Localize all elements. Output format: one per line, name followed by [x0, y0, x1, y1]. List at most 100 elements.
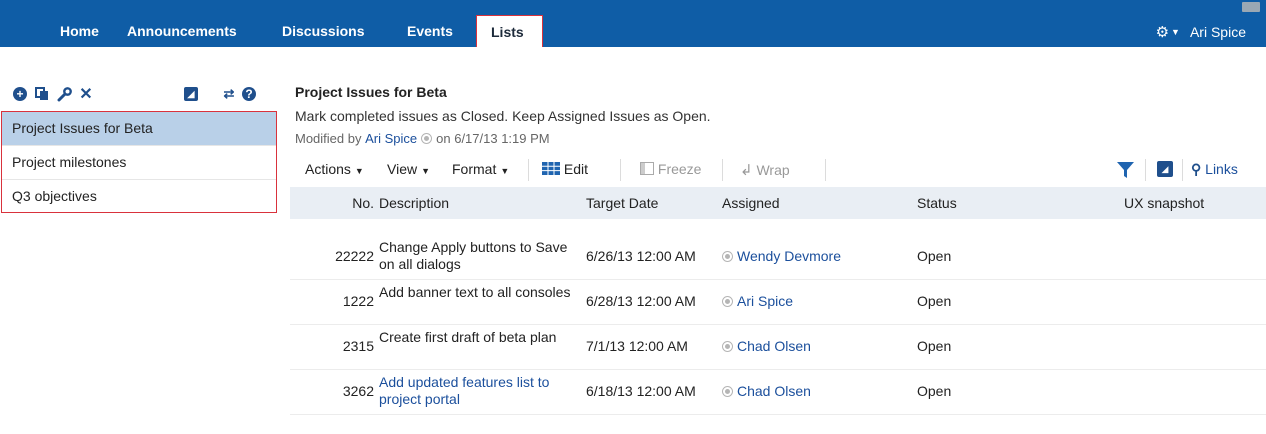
cell-description-link[interactable]: Add updated features list to project por… — [379, 374, 584, 408]
view-label: View — [387, 161, 418, 177]
modified-by-link[interactable]: Ari Spice — [365, 131, 417, 146]
freeze-button[interactable]: Freeze — [640, 161, 701, 177]
lists-toolbar: + ✕ ◢ ⇄ ? — [12, 86, 274, 104]
assigned-user-link[interactable]: Ari Spice — [737, 293, 793, 309]
toolbar-divider — [1182, 159, 1183, 181]
modified-info: Modified by Ari Spice on 6/17/13 1:19 PM — [295, 131, 550, 146]
column-header-status[interactable]: Status — [917, 187, 957, 219]
cell-description[interactable]: Create first draft of beta plan — [379, 329, 584, 346]
list-item[interactable]: Q3 objectives — [2, 180, 276, 213]
filter-button[interactable] — [1117, 162, 1134, 181]
assigned-user-link[interactable]: Chad Olsen — [737, 383, 811, 399]
edit-label: Edit — [563, 161, 589, 177]
column-header-description[interactable]: Description — [379, 187, 449, 219]
toolbar-divider — [528, 159, 529, 181]
list-item[interactable]: Project milestones — [2, 146, 276, 180]
copy-icon[interactable] — [34, 86, 50, 102]
table-row[interactable]: 1222 Add banner text to all consoles 6/2… — [290, 280, 1266, 325]
nav-discussions[interactable]: Discussions — [282, 0, 364, 47]
rss-icon: ◢ — [1157, 161, 1173, 177]
refresh-icon[interactable]: ⇄ — [221, 86, 237, 102]
help-icon[interactable]: ? — [241, 86, 257, 102]
toolbar-divider — [1145, 159, 1146, 181]
chevron-down-icon: ▼ — [354, 166, 364, 176]
nav-home[interactable]: Home — [60, 0, 99, 47]
links-button[interactable]: ⚲ Links — [1191, 161, 1238, 178]
column-header-assigned[interactable]: Assigned — [722, 187, 780, 219]
table-row[interactable]: 3262 Add updated features list to projec… — [290, 370, 1266, 415]
presence-icon — [722, 385, 733, 397]
cell-assigned: Chad Olsen — [722, 338, 811, 354]
assigned-user-link[interactable]: Chad Olsen — [737, 338, 811, 354]
list-item[interactable]: Project Issues for Beta — [2, 112, 276, 146]
chevron-down-icon: ▼ — [421, 166, 431, 176]
column-header-no[interactable]: No. — [290, 187, 374, 219]
cell-assigned: Chad Olsen — [722, 383, 811, 399]
add-icon[interactable]: + — [12, 86, 28, 102]
links-label: Links — [1205, 161, 1238, 177]
avatar[interactable] — [1242, 2, 1260, 12]
nav-events[interactable]: Events — [407, 0, 453, 47]
user-menu[interactable]: ⚙ ▼ Ari Spice — [1156, 23, 1246, 41]
cell-no: 3262 — [342, 383, 374, 399]
toolbar-divider — [620, 159, 621, 181]
lists-panel: Project Issues for Beta Project mileston… — [1, 111, 277, 213]
actions-menu[interactable]: Actions ▼ — [305, 161, 364, 177]
table-row[interactable]: 22222 Change Apply buttons to Save on al… — [290, 235, 1266, 280]
table-edit-icon — [542, 162, 560, 175]
table-toolbar: Actions ▼ View ▼ Format ▼ Edit Freeze ↲ Wra… — [295, 157, 1266, 183]
assigned-user-link[interactable]: Wendy Devmore — [737, 248, 841, 264]
cell-status: Open — [917, 338, 952, 354]
delete-icon[interactable]: ✕ — [78, 86, 94, 103]
freeze-icon — [640, 162, 654, 175]
cell-description[interactable]: Add banner text to all consoles — [379, 284, 584, 301]
format-label: Format — [452, 161, 497, 177]
wrench-icon[interactable] — [56, 86, 72, 102]
cell-target-date: 6/18/13 12:00 AM — [586, 383, 696, 399]
filter-icon — [1117, 162, 1134, 178]
list-description: Mark completed issues as Closed. Keep As… — [295, 108, 711, 124]
cell-target-date: 6/26/13 12:00 AM — [586, 248, 696, 264]
page-title: Project Issues for Beta — [295, 84, 447, 100]
table-row[interactable]: 2315 Create first draft of beta plan 7/1… — [290, 325, 1266, 370]
cell-description[interactable]: Change Apply buttons to Save on all dial… — [379, 239, 584, 273]
presence-icon — [722, 250, 733, 262]
modified-date: on 6/17/13 1:19 PM — [436, 131, 550, 146]
rss-button[interactable]: ◢ — [1157, 161, 1173, 177]
cell-no: 1222 — [342, 293, 374, 309]
view-menu[interactable]: View ▼ — [387, 161, 430, 177]
cell-no: 2315 — [342, 338, 374, 354]
presence-icon — [722, 295, 733, 307]
format-menu[interactable]: Format ▼ — [452, 161, 509, 177]
presence-icon — [421, 133, 433, 144]
presence-icon — [722, 340, 733, 352]
edit-button[interactable]: Edit — [542, 161, 588, 177]
modified-prefix: Modified by — [295, 131, 362, 146]
user-name[interactable]: Ari Spice — [1190, 24, 1246, 40]
cell-target-date: 7/1/13 12:00 AM — [586, 338, 688, 354]
actions-label: Actions — [305, 161, 351, 177]
column-header-ux-snapshot[interactable]: UX snapshot — [1124, 187, 1204, 219]
column-header-target-date[interactable]: Target Date — [586, 187, 658, 219]
cell-target-date: 6/28/13 12:00 AM — [586, 293, 696, 309]
nav-lists[interactable]: Lists — [476, 15, 543, 47]
chevron-down-icon: ▼ — [500, 166, 510, 176]
gear-icon[interactable]: ⚙ — [1156, 23, 1169, 41]
toolbar-divider — [825, 159, 826, 181]
chevron-down-icon: ▼ — [1171, 27, 1180, 37]
link-icon: ⚲ — [1191, 161, 1202, 177]
table-header: No. Description Target Date Assigned Sta… — [290, 187, 1266, 219]
nav-announcements[interactable]: Announcements — [127, 0, 237, 47]
cell-assigned: Ari Spice — [722, 293, 793, 309]
freeze-label: Freeze — [657, 161, 702, 177]
toolbar-divider — [722, 159, 723, 181]
issues-table: No. Description Target Date Assigned Sta… — [290, 187, 1266, 415]
cell-status: Open — [917, 383, 952, 399]
cell-status: Open — [917, 293, 952, 309]
wrap-button[interactable]: ↲ Wrap — [740, 161, 790, 179]
wrap-label: Wrap — [756, 162, 790, 178]
rss-icon[interactable]: ◢ — [183, 86, 199, 102]
cell-status: Open — [917, 248, 952, 264]
cell-assigned: Wendy Devmore — [722, 248, 841, 264]
wrap-icon: ↲ — [740, 162, 753, 179]
